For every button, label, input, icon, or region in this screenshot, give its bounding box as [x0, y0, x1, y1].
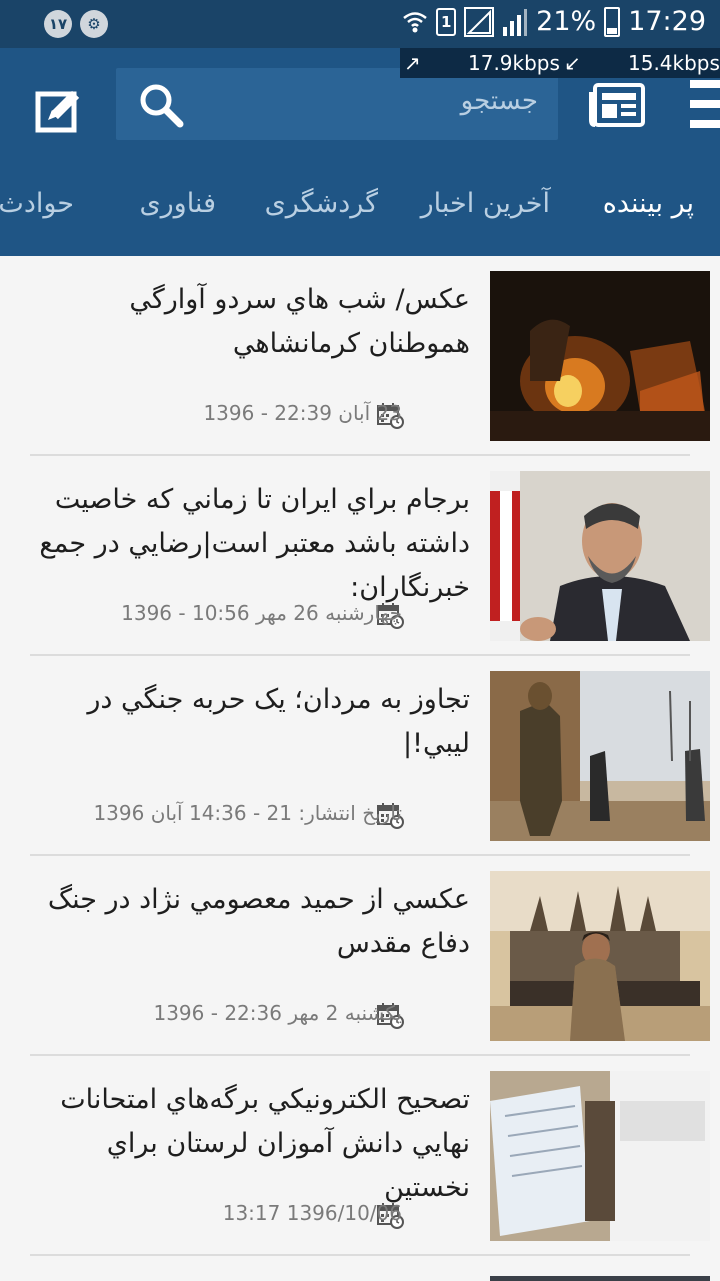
list-item[interactable]: تصحيح الكترونيكي برگه‌هاي امتحانات نهايي… [0, 1056, 720, 1256]
article-date: تاریخ انتشار: 21 - 14:36 آبان 1396 [93, 801, 402, 825]
search-input[interactable] [208, 86, 538, 116]
article-title[interactable]: برجام براي ايران تا زماني كه خاصيت داشته… [30, 478, 470, 610]
article-thumbnail [490, 1071, 710, 1241]
compose-button[interactable] [30, 82, 86, 138]
article-title[interactable]: تصحيح الكترونيكي برگه‌هاي امتحانات نهايي… [30, 1078, 470, 1210]
tab-latest-news[interactable]: آخرین اخبار [421, 188, 550, 219]
article-thumbnail [490, 671, 710, 841]
list-item[interactable]: برجام براي ايران تا زماني كه خاصيت داشته… [0, 456, 720, 656]
article-date: یکشنبه 2 مهر 22:36 - 1396 [153, 1001, 402, 1025]
article-thumbnail [490, 871, 710, 1041]
signal-icon-1 [464, 6, 495, 37]
download-arrow-icon: ↙ [564, 51, 581, 75]
battery-percent: 21% [536, 6, 597, 37]
article-title[interactable]: تجاوز به مردان؛ یک حربه جنگي در ليبي!| [30, 678, 470, 766]
upload-speed: 17.9kbps [468, 51, 560, 75]
search-icon[interactable] [138, 82, 184, 128]
article-thumbnail [490, 471, 710, 641]
notification-badge: ١٧ [44, 10, 72, 38]
app-bar: پر بیننده آخرین اخبار گردشگری فناوری حوا… [0, 48, 720, 256]
wifi-icon [402, 9, 428, 35]
network-speed-overlay: ↗ 17.9kbps ↙ 15.4kbps [400, 48, 720, 78]
article-date: 23 آبان 22:39 - 1396 [203, 401, 402, 425]
menu-icon[interactable] [690, 80, 720, 130]
article-list: عكس/ شب هاي سردو آوارگي هموطنان كرمانشاه… [0, 256, 720, 1281]
download-speed: 15.4kbps [628, 51, 720, 75]
signal-icon-2 [502, 7, 528, 37]
battery-icon [604, 6, 621, 37]
tab-incidents[interactable]: حوادث [0, 188, 74, 219]
article-date: چهارشنبه 26 مهر 10:56 - 1396 [121, 601, 402, 625]
article-title[interactable]: عكس/ شب هاي سردو آوارگي هموطنان كرمانشاه… [30, 278, 470, 366]
edit-icon [35, 90, 80, 133]
tab-technology[interactable]: فناوری [140, 188, 217, 219]
upload-arrow-icon: ↗ [404, 51, 421, 75]
search-bar[interactable] [116, 68, 558, 140]
list-item[interactable]: عكسي از حميد معصومي نژاد در جنگ دفاع مقد… [0, 856, 720, 1056]
list-item[interactable]: تجاوز به مردان؛ یک حربه جنگي در ليبي!| ت… [0, 656, 720, 856]
clock: 17:29 [628, 6, 706, 37]
tab-most-viewed[interactable]: پر بیننده [603, 188, 694, 219]
list-item[interactable]: عكس/ شب هاي سردو آوارگي هموطنان كرمانشاه… [0, 256, 720, 456]
sim-slot-indicator: 1 [436, 7, 457, 36]
newspaper-icon[interactable] [589, 82, 645, 128]
tab-tourism[interactable]: گردشگری [265, 188, 378, 219]
settings-notification-icon: ⚙ [80, 10, 108, 38]
article-title[interactable]: عكسي از حميد معصومي نژاد در جنگ دفاع مقد… [30, 878, 470, 966]
category-tabs: پر بیننده آخرین اخبار گردشگری فناوری حوا… [0, 188, 720, 256]
list-item[interactable] [0, 1256, 720, 1281]
article-thumbnail [490, 271, 710, 441]
article-date: 1396/10/06 13:17 [222, 1201, 402, 1225]
status-bar: ١٧ ⚙ 1 21% 17:29 [0, 0, 720, 48]
